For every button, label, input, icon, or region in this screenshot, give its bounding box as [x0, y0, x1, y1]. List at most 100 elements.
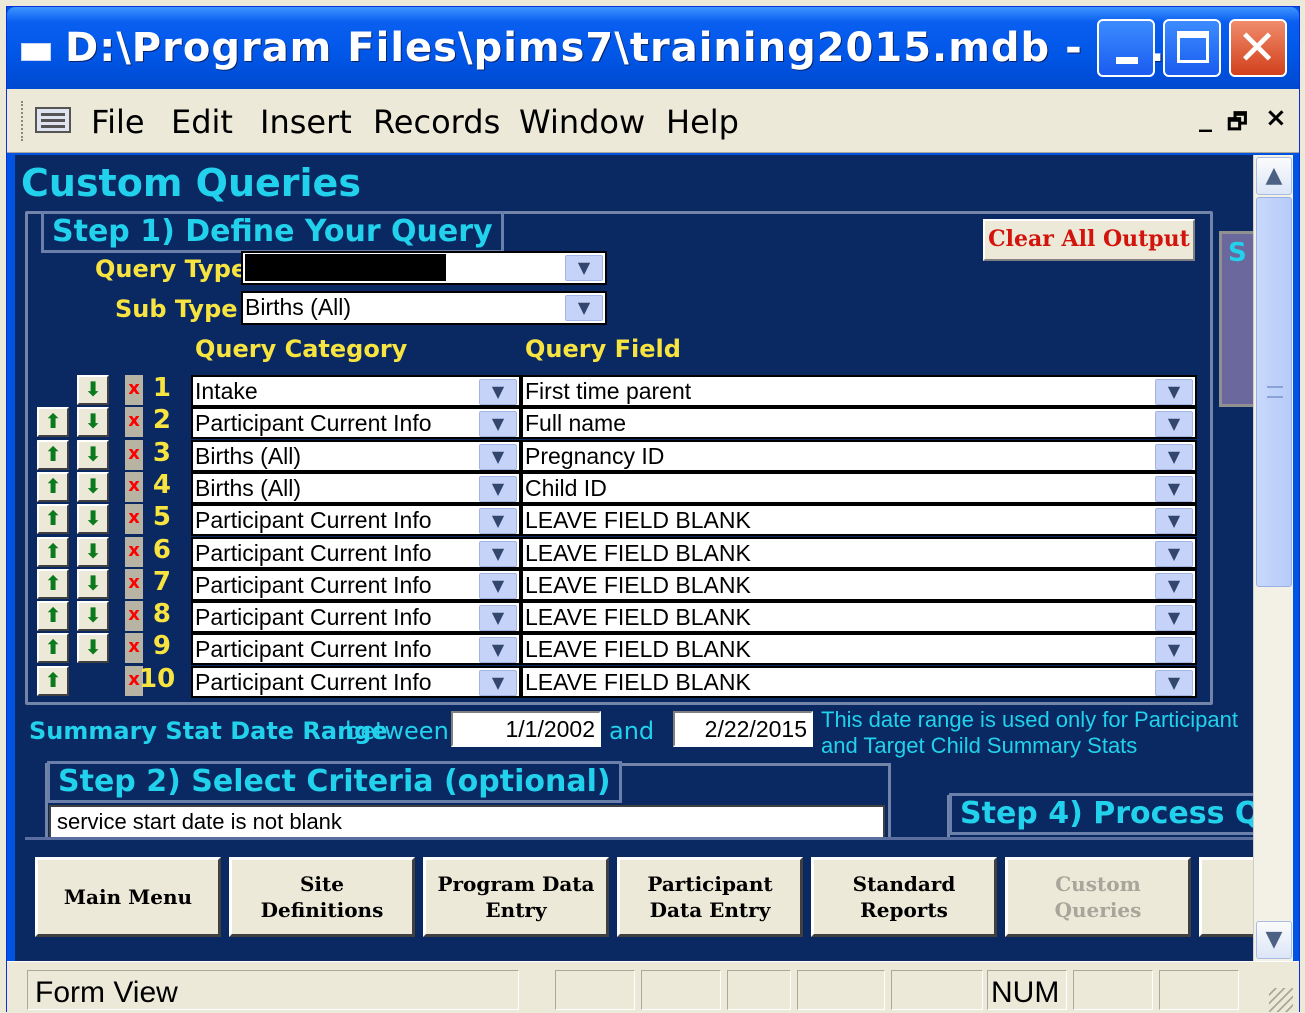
move-down-icon[interactable]: ⬇	[77, 472, 109, 502]
move-up-icon[interactable]: ⬆	[37, 633, 69, 663]
query-field-select[interactable]: First time parent ▼	[521, 375, 1197, 407]
query-field-select[interactable]: Full name ▼	[521, 407, 1197, 439]
chevron-down-icon[interactable]: ▼	[1155, 605, 1193, 631]
menu-file[interactable]: File	[91, 103, 145, 141]
move-up-icon[interactable]: ⬆	[37, 407, 69, 437]
chevron-down-icon[interactable]: ▼	[1155, 476, 1193, 502]
sub-type-label: Sub Type	[115, 295, 238, 323]
chevron-down-icon[interactable]: ▼	[479, 379, 517, 405]
query-category-select[interactable]: Intake ▼	[191, 375, 521, 407]
chevron-down-icon[interactable]: ▼	[565, 255, 603, 281]
site-definitions-button[interactable]: Site Definitions	[229, 857, 415, 937]
move-up-icon[interactable]: ⬆	[37, 537, 69, 567]
vertical-scrollbar[interactable]: ▲ ▼	[1253, 155, 1293, 961]
move-up-icon[interactable]: ⬆	[37, 601, 69, 631]
menu-records[interactable]: Records	[373, 103, 500, 141]
move-up-icon[interactable]: ⬆	[37, 666, 69, 696]
query-field-value: First time parent	[525, 378, 692, 404]
query-category-select[interactable]: Participant Current Info ▼	[191, 407, 521, 439]
maximize-button[interactable]	[1163, 19, 1221, 77]
clear-all-output-button[interactable]: Clear All Output	[983, 219, 1195, 261]
chevron-down-icon[interactable]: ▼	[479, 573, 517, 599]
menu-edit[interactable]: Edit	[171, 103, 233, 141]
query-category-select[interactable]: Participant Current Info ▼	[191, 601, 521, 633]
chevron-down-icon[interactable]: ▼	[479, 411, 517, 437]
form-icon[interactable]	[35, 107, 71, 133]
chevron-down-icon[interactable]: ▼	[1155, 379, 1193, 405]
chevron-down-icon[interactable]: ▼	[1155, 573, 1193, 599]
toolbar-grip[interactable]	[21, 101, 25, 141]
query-field-select[interactable]: LEAVE FIELD BLANK ▼	[521, 504, 1197, 536]
title-bar[interactable]: D:\Program Files\pims7\training2015.mdb …	[7, 7, 1299, 89]
menu-insert[interactable]: Insert	[260, 103, 352, 141]
query-category-select[interactable]: Births (All) ▼	[191, 440, 521, 472]
status-num-indicator: NUM	[991, 976, 1060, 1009]
query-field-select[interactable]: LEAVE FIELD BLANK ▼	[521, 569, 1197, 601]
move-up-icon[interactable]: ⬆	[37, 569, 69, 599]
query-category-select[interactable]: Participant Current Info ▼	[191, 666, 521, 698]
menu-help[interactable]: Help	[666, 103, 739, 141]
query-field-select[interactable]: Pregnancy ID ▼	[521, 440, 1197, 472]
query-category-select[interactable]: Births (All) ▼	[191, 472, 521, 504]
move-up-icon[interactable]: ⬆	[37, 440, 69, 470]
row-number: 6	[152, 535, 171, 565]
mdi-close-icon[interactable]: ×	[1265, 103, 1287, 133]
app-icon[interactable]	[21, 43, 51, 61]
move-down-icon[interactable]: ⬇	[77, 407, 109, 437]
query-field-select[interactable]: LEAVE FIELD BLANK ▼	[521, 601, 1197, 633]
chevron-down-icon[interactable]: ▼	[479, 541, 517, 567]
chevron-down-icon[interactable]: ▼	[1155, 411, 1193, 437]
mdi-minimize-icon[interactable]: _	[1199, 103, 1212, 133]
chevron-down-icon[interactable]: ▼	[479, 670, 517, 696]
scroll-thumb[interactable]	[1256, 197, 1292, 587]
chevron-down-icon[interactable]: ▼	[479, 444, 517, 470]
query-field-select[interactable]: LEAVE FIELD BLANK ▼	[521, 633, 1197, 665]
standard-reports-button[interactable]: Standard Reports	[811, 857, 997, 937]
query-field-select[interactable]: Child ID ▼	[521, 472, 1197, 504]
query-category-select[interactable]: Participant Current Info ▼	[191, 537, 521, 569]
chevron-down-icon[interactable]: ▼	[479, 476, 517, 502]
custom-queries-button[interactable]: Custom Queries	[1005, 857, 1191, 937]
start-date-input[interactable]: 1/1/2002	[451, 711, 601, 747]
chevron-down-icon[interactable]: ▼	[1155, 541, 1193, 567]
move-down-icon[interactable]: ⬇	[77, 569, 109, 599]
move-up-icon[interactable]: ⬆	[37, 504, 69, 534]
query-field-select[interactable]: LEAVE FIELD BLANK ▼	[521, 666, 1197, 698]
chevron-down-icon[interactable]: ▼	[479, 637, 517, 663]
query-category-select[interactable]: Participant Current Info ▼	[191, 504, 521, 536]
move-down-icon[interactable]: ⬇	[77, 375, 109, 405]
sub-type-select[interactable]: Births (All) ▼	[241, 291, 607, 325]
query-field-select[interactable]: LEAVE FIELD BLANK ▼	[521, 537, 1197, 569]
query-category-value: Participant Current Info	[195, 507, 432, 533]
chevron-down-icon[interactable]: ▼	[479, 605, 517, 631]
query-category-select[interactable]: Participant Current Info ▼	[191, 633, 521, 665]
query-category-select[interactable]: Participant Current Info ▼	[191, 569, 521, 601]
chevron-down-icon[interactable]: ▼	[1155, 444, 1193, 470]
move-down-icon[interactable]: ⬇	[77, 440, 109, 470]
move-down-icon[interactable]: ⬇	[77, 537, 109, 567]
nav-button-partial[interactable]	[1199, 857, 1259, 937]
query-type-select[interactable]: participant activities ▼	[241, 251, 607, 285]
chevron-down-icon[interactable]: ▼	[1155, 637, 1193, 663]
criteria-input[interactable]: service start date is not blank	[49, 805, 885, 839]
chevron-down-icon[interactable]: ▼	[1155, 508, 1193, 534]
chevron-down-icon[interactable]: ▼	[565, 295, 603, 321]
scroll-up-icon[interactable]: ▲	[1256, 157, 1292, 195]
end-date-input[interactable]: 2/22/2015	[673, 711, 813, 747]
mdi-restore-icon[interactable]: 🗗	[1227, 105, 1248, 143]
move-down-icon[interactable]: ⬇	[77, 633, 109, 663]
move-down-icon[interactable]: ⬇	[77, 601, 109, 631]
main-menu-button[interactable]: Main Menu	[35, 857, 221, 937]
close-button[interactable]: ✕	[1229, 19, 1287, 77]
participant-data-entry-button[interactable]: Participant Data Entry	[617, 857, 803, 937]
scroll-down-icon[interactable]: ▼	[1256, 921, 1292, 959]
row-number: 9	[152, 631, 171, 661]
resize-grip-icon[interactable]	[1269, 988, 1293, 1012]
move-up-icon[interactable]: ⬆	[37, 472, 69, 502]
move-down-icon[interactable]: ⬇	[77, 504, 109, 534]
program-data-entry-button[interactable]: Program Data Entry	[423, 857, 609, 937]
chevron-down-icon[interactable]: ▼	[479, 508, 517, 534]
minimize-button[interactable]	[1097, 19, 1155, 77]
chevron-down-icon[interactable]: ▼	[1155, 670, 1193, 696]
menu-window[interactable]: Window	[519, 103, 645, 141]
